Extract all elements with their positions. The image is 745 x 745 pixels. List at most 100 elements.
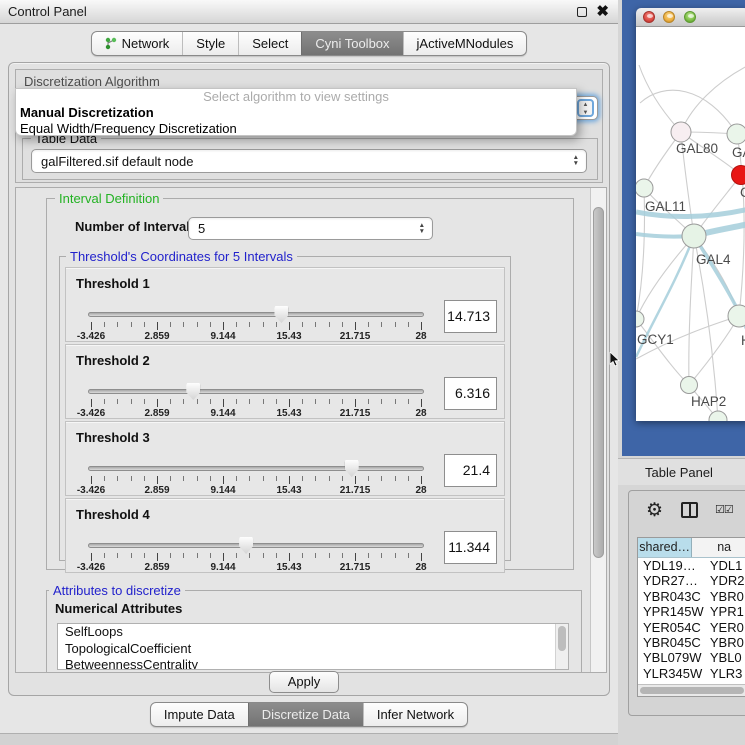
slider-track[interactable] (88, 389, 424, 394)
float-window-icon[interactable] (577, 7, 587, 17)
cell-name[interactable]: YBL0 (705, 650, 745, 665)
threshold-value-field[interactable]: 14.713 (444, 300, 497, 333)
table-row[interactable]: YDR27…YDR2 (638, 573, 745, 588)
table-row[interactable]: YBL079WYBL0 (638, 650, 745, 665)
attribute-list-item[interactable]: SelfLoops (58, 624, 568, 641)
threshold-slider[interactable]: -3.4262.8599.14415.4321.71528 (88, 535, 424, 573)
threshold-value-field[interactable]: 6.316 (444, 377, 497, 410)
bottom-tab-infer-network[interactable]: Infer Network (363, 703, 467, 726)
slider-thumb[interactable] (274, 306, 288, 323)
network-node-gal4[interactable] (682, 224, 706, 248)
slider-thumb[interactable] (186, 383, 200, 400)
cell-name[interactable]: YPR1 (705, 604, 745, 619)
column-header-shared[interactable]: shared… (638, 538, 692, 557)
network-node-ga[interactable] (727, 124, 745, 144)
cell-shared-name[interactable]: YBR045C (638, 635, 705, 650)
tab-jactivemnodules[interactable]: jActiveMNodules (403, 32, 527, 55)
cell-name[interactable]: YLR3 (705, 666, 745, 681)
table-row[interactable]: YPR145WYPR1 (638, 604, 745, 619)
cell-shared-name[interactable]: YPR145W (638, 604, 705, 619)
dropdown-option-equal-width[interactable]: Equal Width/Frequency Discretization (16, 121, 576, 137)
cell-name[interactable]: YER0 (705, 620, 745, 635)
network-canvas[interactable]: GAL80GACGAL11GAL4GCY1HHAP2 (636, 27, 745, 421)
cell-shared-name[interactable]: YBR043C (638, 589, 705, 604)
select-columns-icon[interactable]: ☑☑ (715, 503, 733, 516)
network-edge[interactable] (636, 188, 645, 319)
close-icon[interactable]: ✖ (596, 0, 609, 24)
slider-tick (236, 322, 237, 327)
cell-shared-name[interactable]: YBL079W (638, 650, 705, 665)
zoom-traffic-light-icon[interactable] (684, 11, 696, 23)
table-horizontal-scrollbar[interactable] (638, 684, 745, 696)
column-header-name[interactable]: na (692, 538, 745, 557)
network-node-gcy1[interactable] (636, 311, 644, 327)
slider-track[interactable] (88, 543, 424, 548)
tab-style[interactable]: Style (182, 32, 238, 55)
network-node-gal80[interactable] (671, 122, 691, 142)
slider-tick (381, 553, 382, 558)
network-window-titlebar (636, 8, 745, 27)
network-node-h[interactable] (728, 305, 745, 327)
scrollbar-thumb[interactable] (593, 207, 604, 558)
slider-tick (170, 399, 171, 404)
list-scrollbar[interactable] (555, 624, 568, 669)
cell-name[interactable]: YDL1 (705, 558, 745, 573)
attribute-list-item[interactable]: BetweennessCentrality (58, 657, 568, 670)
network-edge[interactable] (636, 319, 689, 385)
settings-vertical-scrollbar[interactable] (590, 188, 606, 672)
cell-shared-name[interactable]: YDR27… (638, 573, 705, 588)
hscrollbar-thumb[interactable] (640, 687, 744, 694)
slider-tick (342, 476, 343, 481)
minimize-traffic-light-icon[interactable] (663, 11, 675, 23)
cell-shared-name[interactable]: YER054C (638, 620, 705, 635)
slider-tick (104, 399, 105, 404)
threshold-value-field[interactable]: 21.4 (444, 454, 497, 487)
combobox-stepper-icon[interactable]: ▲▼ (577, 99, 594, 117)
numerical-attributes-list[interactable]: SelfLoopsTopologicalCoefficientBetweenne… (57, 623, 569, 670)
slider-thumb[interactable] (239, 537, 253, 554)
cell-name[interactable]: YDR2 (705, 573, 745, 588)
network-edge[interactable] (636, 236, 694, 319)
close-traffic-light-icon[interactable] (643, 11, 655, 23)
list-scrollbar-thumb[interactable] (558, 626, 566, 651)
tab-network[interactable]: Network (92, 32, 183, 55)
tab-cyni-toolbox[interactable]: Cyni Toolbox (301, 32, 402, 55)
tab-select[interactable]: Select (238, 32, 301, 55)
slider-track[interactable] (88, 466, 424, 471)
slider-tick (91, 476, 92, 484)
network-node-gal11[interactable] (636, 179, 653, 197)
attribute-list-item[interactable]: TopologicalCoefficient (58, 641, 568, 658)
table-row[interactable]: YLR345WYLR3 (638, 666, 745, 681)
slider-tick (144, 399, 145, 404)
cell-name[interactable]: YBR0 (705, 589, 745, 604)
dropdown-option-manual-discretization[interactable]: Manual Discretization (16, 105, 576, 121)
threshold-slider[interactable]: -3.4262.8599.14415.4321.71528 (88, 458, 424, 496)
slider-tick (91, 322, 92, 330)
table-row[interactable]: YBR045CYBR0 (638, 635, 745, 650)
table-row[interactable]: YBR043CYBR0 (638, 589, 745, 604)
dropdown-placeholder-option[interactable]: Select algorithm to view settings (16, 89, 576, 105)
slider-track[interactable] (88, 312, 424, 317)
table-row[interactable]: YDL19…YDL1 (638, 558, 745, 573)
cell-shared-name[interactable]: YDL19… (638, 558, 705, 573)
slider-thumb[interactable] (345, 460, 359, 477)
network-node-hap2[interactable] (681, 377, 698, 394)
apply-button[interactable]: Apply (269, 671, 339, 693)
threshold-value-field[interactable]: 11.344 (444, 531, 497, 564)
cell-name[interactable]: YBR0 (705, 635, 745, 650)
cell-shared-name[interactable]: YLR345W (638, 666, 705, 681)
bottom-tab-discretize-data[interactable]: Discretize Data (248, 703, 363, 726)
slider-tick (289, 322, 290, 330)
slider-tick (249, 553, 250, 558)
network-edge[interactable] (689, 236, 694, 385)
network-edge[interactable] (681, 65, 745, 132)
number-of-intervals-combobox[interactable]: 5 ▲▼ (188, 217, 433, 240)
columns-icon[interactable] (681, 502, 698, 518)
bottom-tab-impute-data[interactable]: Impute Data (151, 703, 248, 726)
table-row[interactable]: YER054CYER0 (638, 620, 745, 635)
threshold-slider[interactable]: -3.4262.8599.14415.4321.71528 (88, 304, 424, 342)
gear-icon[interactable]: ⚙ (646, 499, 663, 522)
table-data-combobox[interactable]: galFiltered.sif default node ▲▼ (31, 149, 587, 173)
threshold-slider[interactable]: -3.4262.8599.14415.4321.71528 (88, 381, 424, 419)
slider-tick (302, 399, 303, 404)
